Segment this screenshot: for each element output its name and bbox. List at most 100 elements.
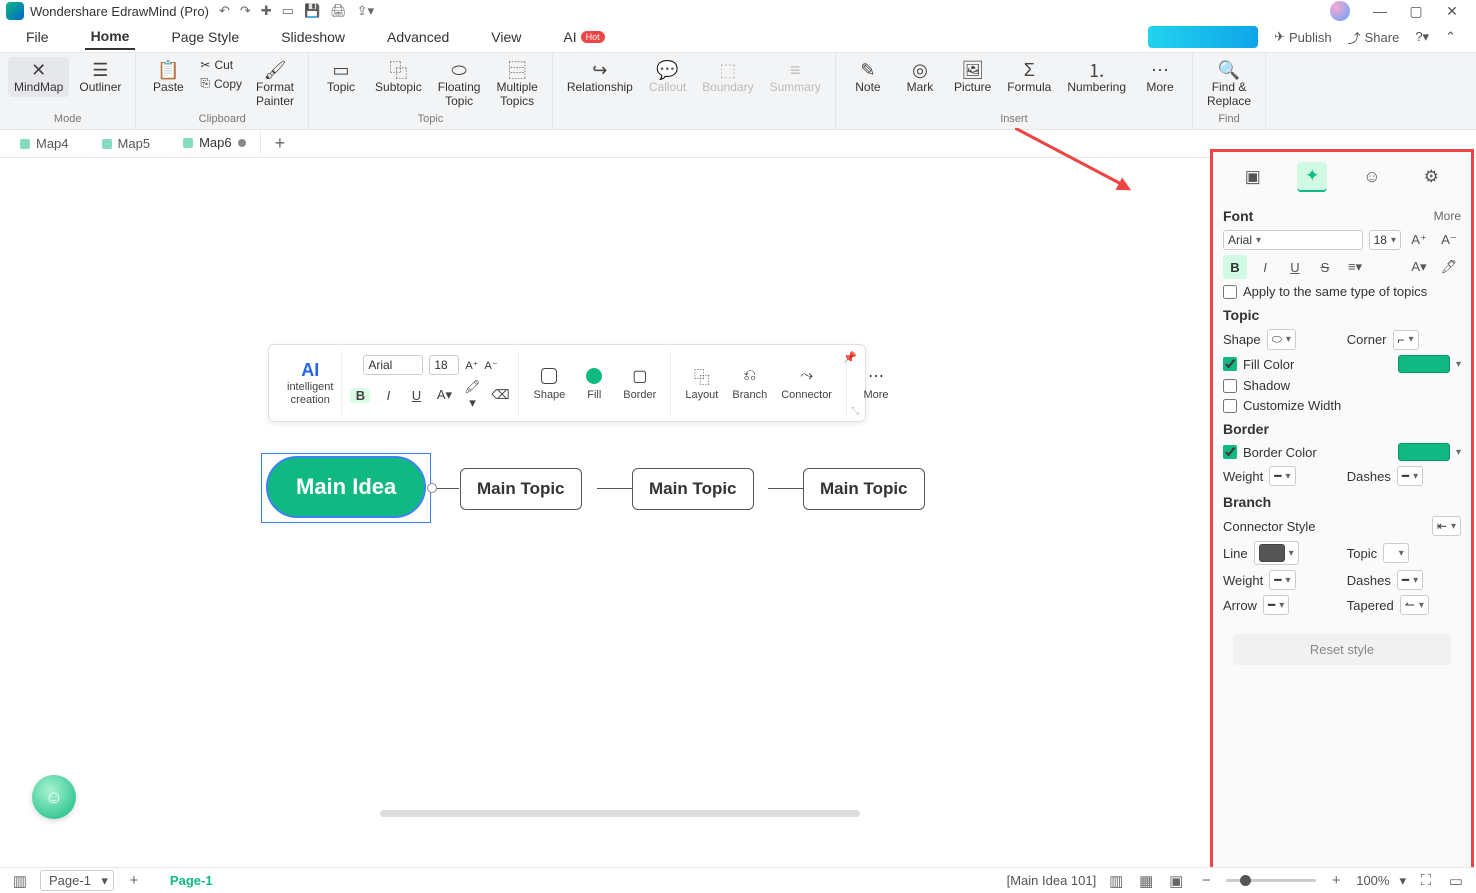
minimize-button[interactable]: — xyxy=(1362,3,1398,19)
zoom-slider[interactable] xyxy=(1226,879,1316,882)
cut-button[interactable]: ✂Cut xyxy=(196,57,246,73)
export-icon[interactable]: ⇪▾ xyxy=(357,3,374,19)
ai-creation-button[interactable]: AI intelligent creation xyxy=(279,351,342,415)
highlight-button[interactable]: 🖍▾ xyxy=(462,379,482,411)
formula-button[interactable]: ΣFormula xyxy=(1001,57,1057,97)
boundary-button[interactable]: ⬚Boundary xyxy=(696,57,759,97)
resize-handle-icon[interactable]: ⤡ xyxy=(851,406,859,417)
open-icon[interactable]: ▭ xyxy=(282,3,294,19)
premium-banner[interactable] xyxy=(1148,26,1258,48)
italic-button[interactable]: I xyxy=(378,388,398,403)
branch-topic-select[interactable]: ▾ xyxy=(1383,543,1409,563)
main-idea-node[interactable]: Main Idea xyxy=(266,456,426,518)
ai-assistant-bubble[interactable]: ☺ xyxy=(32,775,76,819)
fit-icon[interactable]: ▭ xyxy=(1446,872,1466,890)
add-tab-button[interactable]: + xyxy=(265,133,296,154)
panel-align-button[interactable]: ≡▾ xyxy=(1343,259,1367,275)
bold-button[interactable]: B xyxy=(350,388,370,403)
new-icon[interactable]: ✚ xyxy=(261,3,272,19)
branch-button[interactable]: ⎌Branch xyxy=(726,365,773,401)
note-button[interactable]: ✎Note xyxy=(844,57,892,97)
menu-slideshow[interactable]: Slideshow xyxy=(275,25,351,49)
clear-format-button[interactable]: ⌫ xyxy=(490,387,510,403)
fill-color-checkbox[interactable] xyxy=(1223,357,1237,371)
tab-map4[interactable]: Map4 xyxy=(6,133,84,154)
menu-file[interactable]: File xyxy=(20,25,55,49)
publish-button[interactable]: ✈Publish xyxy=(1274,29,1332,45)
font-size-select[interactable]: 18 xyxy=(429,355,459,375)
add-page-button[interactable]: + xyxy=(124,872,144,889)
topic-node-3[interactable]: Main Topic xyxy=(803,468,925,510)
outliner-mode-button[interactable]: ☰Outliner xyxy=(73,57,127,97)
zoom-thumb[interactable] xyxy=(1240,875,1251,886)
tab-map5[interactable]: Map5 xyxy=(88,133,166,154)
branch-line-color[interactable]: ▾ xyxy=(1254,541,1299,565)
panel-highlight[interactable]: 🖊 xyxy=(1437,259,1461,275)
panel-italic-button[interactable]: I xyxy=(1253,260,1277,275)
layout-button[interactable]: ⿻Layout xyxy=(679,365,724,401)
border-color-checkbox[interactable] xyxy=(1223,445,1237,459)
menu-page-style[interactable]: Page Style xyxy=(165,25,245,49)
summary-button[interactable]: ≡Summary xyxy=(764,57,827,97)
zoom-value[interactable]: 100% xyxy=(1356,873,1389,888)
floating-topic-button[interactable]: ⬭Floating Topic xyxy=(432,57,487,111)
border-button[interactable]: ▢Border xyxy=(617,365,662,401)
collapse-ribbon-icon[interactable]: ⌃ xyxy=(1445,29,1456,45)
font-increase-icon[interactable]: A⁺ xyxy=(465,359,478,372)
float-more-button[interactable]: ⋯More xyxy=(855,365,897,401)
border-color-swatch[interactable] xyxy=(1398,443,1450,461)
connector-style-select[interactable]: ⇤▾ xyxy=(1432,516,1461,536)
font-decrease-icon[interactable]: A⁻ xyxy=(484,359,497,372)
font-decrease-button[interactable]: A⁻ xyxy=(1437,232,1461,248)
picture-button[interactable]: 🖼Picture xyxy=(948,57,997,97)
save-icon[interactable]: 💾 xyxy=(304,3,320,19)
horizontal-scrollbar[interactable] xyxy=(380,810,860,817)
page-selector[interactable]: Page-1 ▾ xyxy=(40,870,114,891)
fullscreen-icon[interactable]: ⛶ xyxy=(1416,872,1436,889)
view-mode-2-icon[interactable]: ▦ xyxy=(1136,872,1156,890)
mindmap-mode-button[interactable]: ✕MindMap xyxy=(8,57,69,97)
fill-button[interactable]: Fill xyxy=(573,365,615,401)
panel-font-size[interactable]: 18▾ xyxy=(1369,230,1401,250)
fill-color-swatch[interactable] xyxy=(1398,355,1450,373)
apply-same-checkbox[interactable] xyxy=(1223,285,1237,299)
shape-select[interactable]: ⬭▾ xyxy=(1267,329,1296,350)
multiple-topics-button[interactable]: ⿳Multiple Topics xyxy=(490,57,543,111)
mark-button[interactable]: ◎Mark xyxy=(896,57,944,97)
undo-icon[interactable]: ↶ xyxy=(219,3,230,19)
panel-bold-button[interactable]: B xyxy=(1223,255,1247,279)
panel-font-family[interactable]: Arial▾ xyxy=(1223,230,1363,250)
panel-tab-icon[interactable]: ☺ xyxy=(1357,162,1387,192)
border-dashes-select[interactable]: ━▾ xyxy=(1397,466,1423,486)
paste-button[interactable]: 📋Paste xyxy=(144,57,192,97)
topic-node-1[interactable]: Main Topic xyxy=(460,468,582,510)
topic-button[interactable]: ▭Topic xyxy=(317,57,365,97)
menu-home[interactable]: Home xyxy=(85,24,136,50)
print-icon[interactable]: 🖨 xyxy=(330,3,347,19)
font-more-link[interactable]: More xyxy=(1434,209,1461,223)
topic-node-2[interactable]: Main Topic xyxy=(632,468,754,510)
menu-view[interactable]: View xyxy=(485,25,527,49)
menu-ai[interactable]: AI Hot xyxy=(557,25,610,49)
callout-button[interactable]: 💬Callout xyxy=(643,57,692,97)
font-color-button[interactable]: A▾ xyxy=(434,387,454,403)
find-replace-button[interactable]: 🔍Find & Replace xyxy=(1201,57,1257,111)
copy-button[interactable]: ⎘Copy xyxy=(196,75,246,92)
font-family-select[interactable]: Arial xyxy=(363,355,423,375)
reset-style-button[interactable]: Reset style xyxy=(1233,634,1452,665)
panel-underline-button[interactable]: U xyxy=(1283,260,1307,275)
view-mode-3-icon[interactable]: ▣ xyxy=(1166,872,1186,890)
panel-tab-page[interactable]: ▣ xyxy=(1238,162,1268,192)
relationship-button[interactable]: ↪Relationship xyxy=(561,57,639,97)
tab-map6[interactable]: Map6 xyxy=(169,132,261,155)
panel-tab-style[interactable]: ✦ xyxy=(1297,162,1327,192)
user-avatar-icon[interactable] xyxy=(1330,1,1350,21)
view-mode-1-icon[interactable]: ▥ xyxy=(1106,872,1126,890)
help-button[interactable]: ?▾ xyxy=(1415,29,1429,45)
font-increase-button[interactable]: A⁺ xyxy=(1407,232,1431,248)
numbering-button[interactable]: ⒈Numbering xyxy=(1061,57,1132,97)
branch-tapered-select[interactable]: ↼▾ xyxy=(1400,595,1429,615)
underline-button[interactable]: U xyxy=(406,388,426,403)
branch-dashes-select[interactable]: ━▾ xyxy=(1397,570,1423,590)
panel-font-color[interactable]: A▾ xyxy=(1407,259,1431,275)
